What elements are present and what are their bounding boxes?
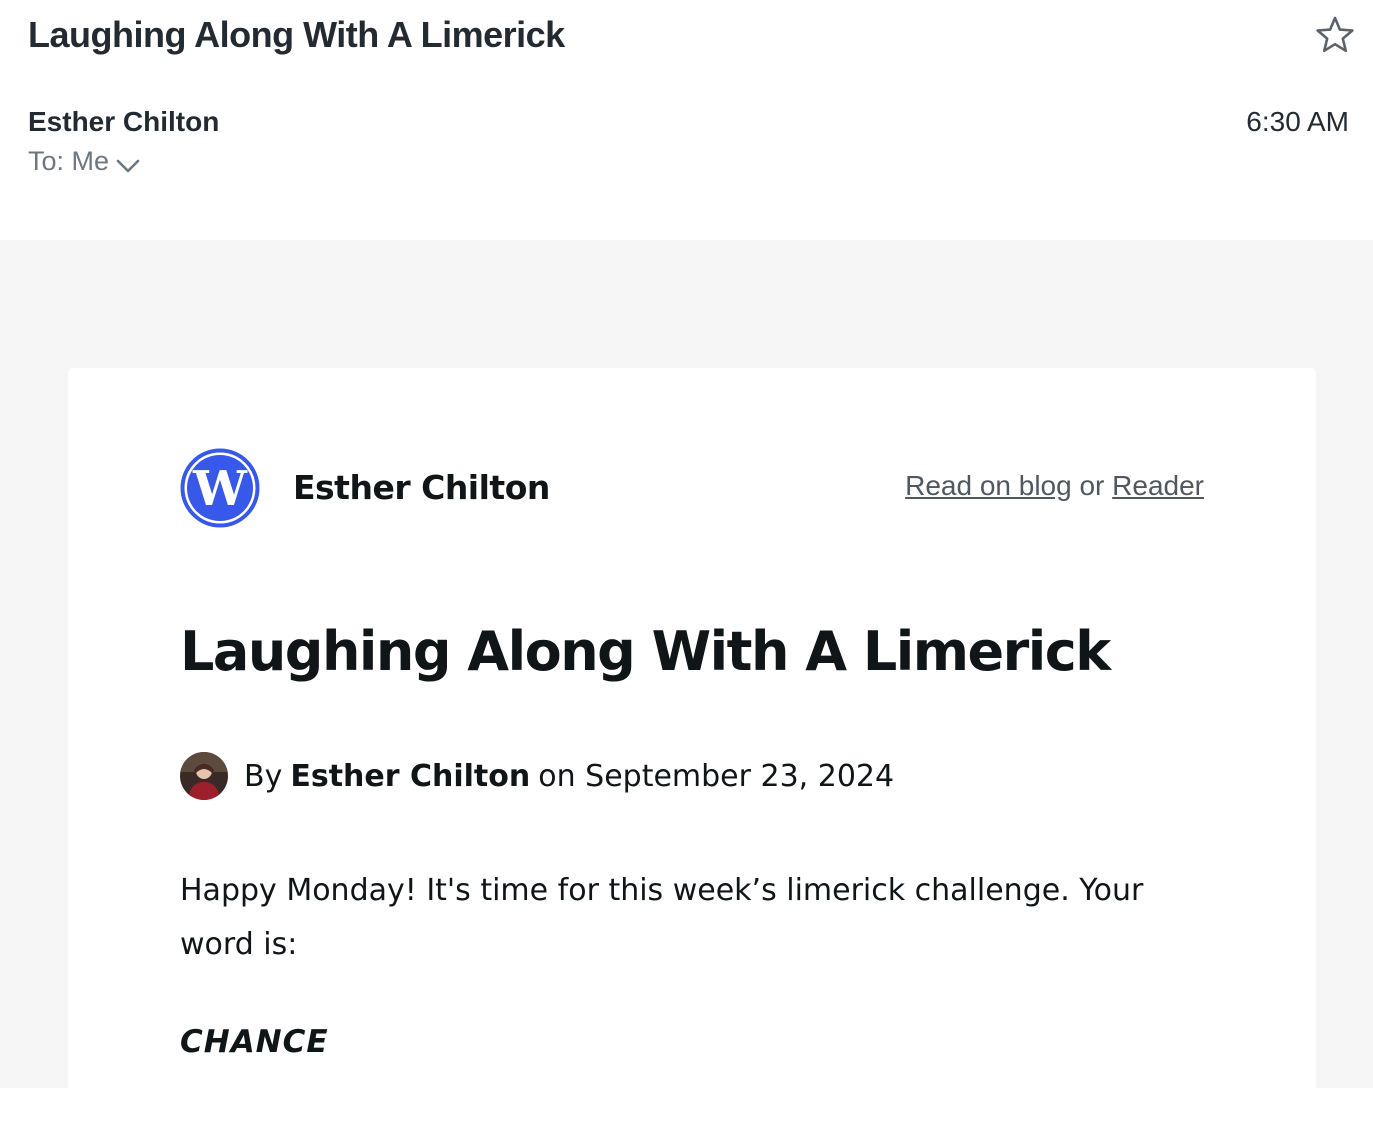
blog-name[interactable]: Esther Chilton bbox=[293, 468, 550, 507]
byline-on: on bbox=[538, 758, 576, 794]
card-header: W Esther Chilton Read on blog or Reader bbox=[180, 448, 1204, 528]
post-paragraph: Happy Monday! It's time for this week’s … bbox=[180, 873, 1144, 962]
post-date: September 23, 2024 bbox=[585, 758, 895, 794]
byline-author[interactable]: Esther Chilton bbox=[290, 759, 530, 794]
star-icon[interactable] bbox=[1314, 14, 1356, 56]
email-header: Laughing Along With A Limerick Esther Ch… bbox=[0, 0, 1373, 240]
challenge-word: CHANCE bbox=[180, 1024, 329, 1060]
recipient-label: To: Me bbox=[28, 146, 110, 176]
or-text: or bbox=[1071, 470, 1113, 501]
read-links: Read on blog or Reader bbox=[905, 470, 1204, 502]
email-subject: Laughing Along With A Limerick bbox=[28, 14, 565, 55]
post-title[interactable]: Laughing Along With A Limerick bbox=[180, 620, 1111, 683]
email-body: W Esther Chilton Read on blog or Reader … bbox=[0, 240, 1373, 1128]
wordpress-logo-icon[interactable]: W bbox=[180, 448, 260, 528]
chevron-down-icon bbox=[115, 152, 141, 172]
received-time: 6:30 AM bbox=[1246, 106, 1349, 137]
byline: By Esther Chilton on September 23, 2024 bbox=[180, 752, 894, 800]
byline-by: By bbox=[244, 758, 283, 794]
reader-link[interactable]: Reader bbox=[1112, 470, 1204, 501]
newsletter-card: W Esther Chilton Read on blog or Reader … bbox=[68, 368, 1316, 1128]
sender-name[interactable]: Esther Chilton bbox=[28, 106, 219, 138]
author-avatar[interactable] bbox=[180, 752, 228, 800]
recipient-toggle[interactable]: To: Me bbox=[28, 146, 141, 177]
byline-date: September 23, 2024 bbox=[576, 758, 895, 794]
svg-text:W: W bbox=[192, 461, 248, 517]
read-on-blog-link[interactable]: Read on blog bbox=[905, 470, 1072, 501]
